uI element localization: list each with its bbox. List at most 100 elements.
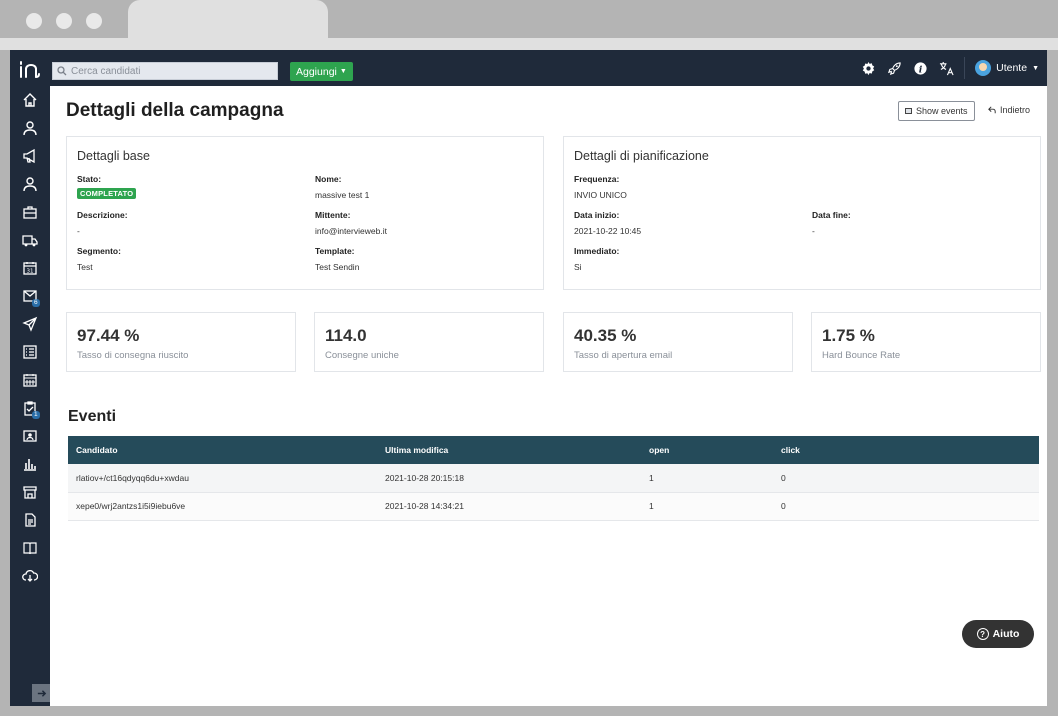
sender-label: Mittente: bbox=[315, 210, 351, 220]
frequency-value: INVIO UNICO bbox=[574, 190, 627, 200]
back-button[interactable]: Indietro bbox=[988, 105, 1030, 115]
settings-button[interactable] bbox=[856, 56, 880, 80]
sidebar-item-send[interactable] bbox=[10, 310, 50, 338]
chevron-down-icon: ▼ bbox=[339, 68, 347, 75]
app-logo-icon[interactable] bbox=[18, 60, 42, 78]
sidebar-item-lists[interactable] bbox=[10, 338, 50, 366]
calendar-grid-icon bbox=[23, 374, 37, 387]
launch-button[interactable] bbox=[882, 56, 906, 80]
window-minimize-dot[interactable] bbox=[56, 13, 72, 29]
question-icon: ? bbox=[976, 628, 989, 640]
page-title: Dettagli della campagna bbox=[66, 100, 284, 121]
chevron-down-icon: ▼ bbox=[1032, 64, 1039, 72]
sidebar-item-email[interactable]: 6 bbox=[10, 282, 50, 310]
sender-value: info@intervieweb.it bbox=[315, 226, 387, 236]
tasks-count-badge: 1 bbox=[32, 411, 40, 419]
template-value: Test Sendin bbox=[315, 262, 360, 272]
topbar-actions: i Utente ▼ bbox=[856, 50, 1047, 86]
stat-label: Consegne uniche bbox=[325, 350, 399, 361]
planning-details-card: Dettagli di pianificazione Frequenza: IN… bbox=[563, 136, 1041, 290]
help-button[interactable]: ? Aiuto bbox=[962, 620, 1034, 648]
window-maximize-dot[interactable] bbox=[86, 13, 102, 29]
id-card-icon bbox=[23, 430, 37, 442]
cell-candidate: rlatiov+/ct16qdyqq6du+xwdau bbox=[68, 464, 377, 493]
show-events-button[interactable]: Show events bbox=[898, 101, 975, 121]
user-menu[interactable]: Utente ▼ bbox=[975, 60, 1039, 76]
end-date-label: Data fine: bbox=[812, 210, 851, 220]
stat-value: 114.0 bbox=[325, 326, 367, 345]
stat-card-hard-bounce: 1.75 % Hard Bounce Rate bbox=[811, 312, 1041, 372]
immediate-label: Immediato: bbox=[574, 246, 620, 256]
add-button[interactable]: Aggiungi ▼ bbox=[290, 62, 353, 81]
user-icon bbox=[23, 121, 37, 136]
column-header-candidate[interactable]: Candidato bbox=[68, 436, 377, 464]
stat-value: 40.35 % bbox=[574, 326, 637, 345]
sidebar-item-tasks[interactable]: 1 bbox=[10, 394, 50, 422]
sidebar-item-contacts[interactable] bbox=[10, 422, 50, 450]
sidebar-item-schedule[interactable] bbox=[10, 366, 50, 394]
person-icon bbox=[23, 177, 37, 192]
cell-click: 0 bbox=[773, 492, 1039, 521]
stat-label: Hard Bounce Rate bbox=[822, 350, 901, 361]
sidebar-item-users[interactable] bbox=[10, 170, 50, 198]
browser-tab[interactable] bbox=[128, 0, 328, 40]
table-row[interactable]: xepe0/wrj2antzs1i5i9iebu6ve 2021-10-28 1… bbox=[68, 492, 1039, 521]
svg-text:i: i bbox=[918, 64, 922, 75]
name-label: Nome: bbox=[315, 174, 342, 184]
window-close-dot[interactable] bbox=[26, 13, 42, 29]
stat-value: 1.75 % bbox=[822, 326, 875, 345]
column-header-last-modified[interactable]: Ultima modifica bbox=[377, 436, 641, 464]
segment-value: Test bbox=[77, 262, 93, 272]
sidebar-item-guide[interactable] bbox=[10, 534, 50, 562]
sidebar-item-jobs[interactable] bbox=[10, 198, 50, 226]
sidebar-item-reports[interactable] bbox=[10, 450, 50, 478]
column-header-click[interactable]: click bbox=[773, 436, 1039, 464]
search-box[interactable] bbox=[52, 62, 278, 80]
sidebar-item-documents[interactable] bbox=[10, 506, 50, 534]
sidebar-item-download[interactable] bbox=[10, 562, 50, 590]
sidebar-expand-button[interactable] bbox=[32, 684, 50, 702]
translate-icon bbox=[939, 61, 954, 75]
table-header-row: Candidato Ultima modifica open click bbox=[68, 436, 1039, 464]
briefcase-icon bbox=[23, 206, 37, 219]
stat-card-unique-deliveries: 114.0 Consegne uniche bbox=[314, 312, 544, 372]
events-table: Candidato Ultima modifica open click rla… bbox=[68, 436, 1039, 521]
status-label: Stato: bbox=[77, 174, 102, 184]
end-date-value: - bbox=[812, 226, 815, 236]
sidebar-item-home[interactable] bbox=[10, 86, 50, 114]
sidebar-item-candidates[interactable] bbox=[10, 114, 50, 142]
search-input[interactable] bbox=[71, 65, 271, 77]
arrow-right-icon bbox=[37, 689, 46, 697]
home-icon bbox=[23, 93, 37, 107]
stat-value: 97.44 % bbox=[77, 326, 140, 345]
book-icon bbox=[23, 542, 37, 555]
stat-label: Tasso di consegna riuscito bbox=[77, 350, 189, 361]
back-arrow-icon bbox=[988, 106, 996, 114]
name-value: massive test 1 bbox=[315, 190, 370, 200]
calendar-icon: 31 bbox=[23, 262, 37, 275]
language-button[interactable] bbox=[934, 56, 958, 80]
planning-details-title: Dettagli di pianificazione bbox=[574, 149, 709, 163]
table-row[interactable]: rlatiov+/ct16qdyqq6du+xwdau 2021-10-28 2… bbox=[68, 464, 1039, 493]
info-icon: i bbox=[914, 61, 927, 75]
sidebar-item-calendar[interactable]: 31 bbox=[10, 254, 50, 282]
cell-open: 1 bbox=[641, 492, 773, 521]
info-button[interactable]: i bbox=[908, 56, 932, 80]
template-label: Template: bbox=[315, 246, 355, 256]
sidebar-item-campaigns[interactable] bbox=[10, 142, 50, 170]
events-section-title: Eventi bbox=[68, 408, 117, 425]
stat-card-open-rate: 40.35 % Tasso di apertura email bbox=[563, 312, 793, 372]
megaphone-icon bbox=[23, 148, 35, 164]
search-icon bbox=[57, 66, 67, 76]
app-frame: 31 6 1 Aggiungi ▼ i bbox=[10, 50, 1047, 706]
avatar bbox=[975, 60, 992, 76]
sidebar-item-store[interactable] bbox=[10, 478, 50, 506]
cell-open: 1 bbox=[641, 464, 773, 493]
sidebar-item-delivery[interactable] bbox=[10, 226, 50, 254]
cell-last-modified: 2021-10-28 20:15:18 bbox=[377, 464, 641, 493]
start-date-value: 2021-10-22 10:45 bbox=[574, 226, 642, 236]
column-header-open[interactable]: open bbox=[641, 436, 773, 464]
base-details-title: Dettagli base bbox=[77, 149, 150, 163]
bar-chart-icon bbox=[24, 459, 36, 471]
list-icon bbox=[905, 108, 912, 114]
